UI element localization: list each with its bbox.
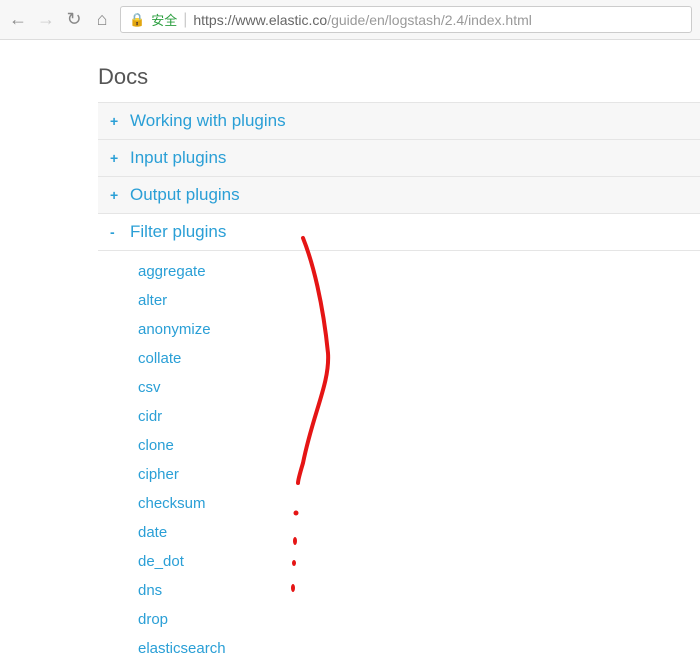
- list-item[interactable]: cipher: [138, 460, 700, 489]
- nav-input-plugins[interactable]: + Input plugins: [98, 140, 700, 177]
- page-content: Docs + Working with plugins + Input plug…: [0, 40, 700, 669]
- url-text: https://www.elastic.co/guide/en/logstash…: [193, 12, 532, 28]
- reload-button[interactable]: ↻: [64, 9, 84, 30]
- address-bar[interactable]: 🔒 安全 | https://www.elastic.co/guide/en/l…: [120, 6, 692, 33]
- collapse-icon: -: [110, 224, 120, 240]
- list-item[interactable]: collate: [138, 344, 700, 373]
- list-item[interactable]: date: [138, 518, 700, 547]
- nav-output-plugins[interactable]: + Output plugins: [98, 177, 700, 214]
- list-item[interactable]: checksum: [138, 489, 700, 518]
- page-title: Docs: [0, 40, 700, 102]
- expand-icon: +: [110, 150, 120, 166]
- back-button[interactable]: ←: [8, 9, 28, 30]
- forward-button[interactable]: →: [36, 9, 56, 30]
- nav-working-with-plugins[interactable]: + Working with plugins: [98, 103, 700, 140]
- list-item[interactable]: alter: [138, 286, 700, 315]
- nav-label: Input plugins: [130, 148, 226, 168]
- divider: |: [183, 11, 187, 29]
- nav-label: Filter plugins: [130, 222, 226, 242]
- list-item[interactable]: drop: [138, 605, 700, 634]
- list-item[interactable]: elasticsearch: [138, 634, 700, 663]
- secure-label: 安全: [151, 10, 177, 29]
- filter-plugins-list: aggregate alter anonymize collate csv ci…: [98, 251, 700, 669]
- list-item[interactable]: anonymize: [138, 315, 700, 344]
- lock-icon: 🔒: [129, 12, 145, 28]
- sidebar-nav: + Working with plugins + Input plugins +…: [98, 102, 700, 669]
- home-button[interactable]: ⌂: [92, 9, 112, 30]
- expand-icon: +: [110, 187, 120, 203]
- list-item[interactable]: dns: [138, 576, 700, 605]
- list-item[interactable]: csv: [138, 373, 700, 402]
- list-item[interactable]: de_dot: [138, 547, 700, 576]
- list-item[interactable]: aggregate: [138, 257, 700, 286]
- expand-icon: +: [110, 113, 120, 129]
- nav-label: Working with plugins: [130, 111, 286, 131]
- browser-toolbar: ← → ↻ ⌂ 🔒 安全 | https://www.elastic.co/gu…: [0, 0, 700, 40]
- nav-label: Output plugins: [130, 185, 240, 205]
- nav-filter-plugins[interactable]: - Filter plugins: [98, 214, 700, 251]
- list-item[interactable]: cidr: [138, 402, 700, 431]
- list-item[interactable]: clone: [138, 431, 700, 460]
